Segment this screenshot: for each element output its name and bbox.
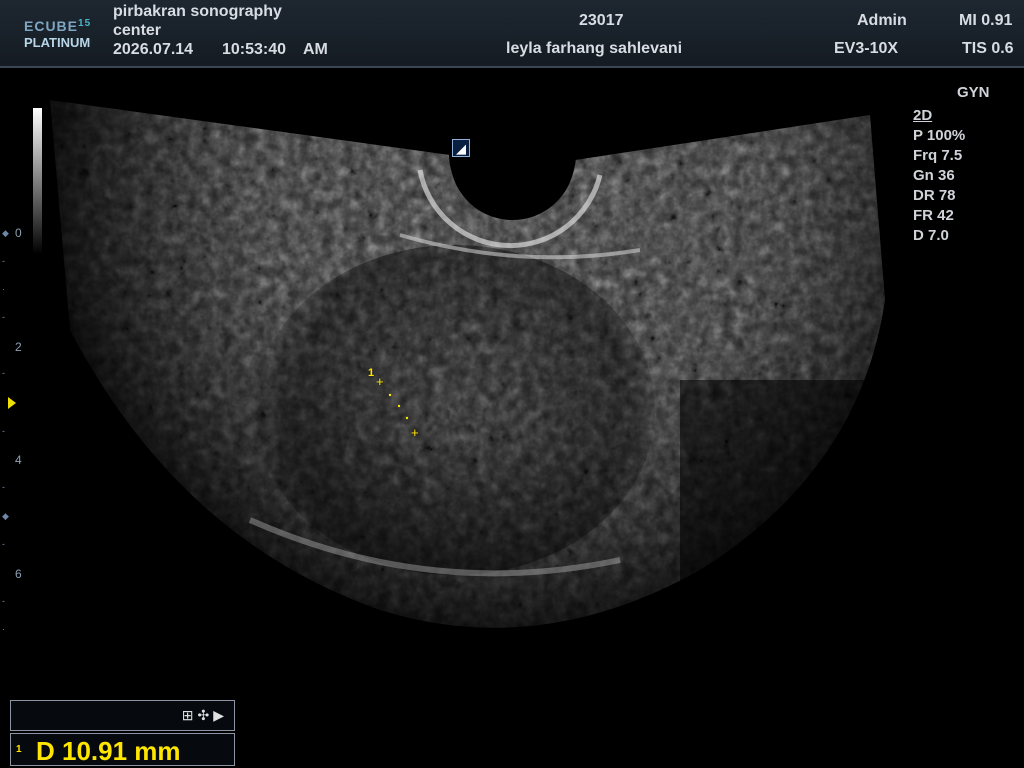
depth-label-4: 4 [15, 453, 22, 467]
depth-tick: - [2, 482, 5, 492]
gain-value: Gn 36 [913, 167, 955, 184]
depth-label-0: 0 [15, 226, 22, 240]
power-value: P 100% [913, 127, 966, 144]
depth-tick: - [2, 368, 5, 378]
depth-tick: - [2, 312, 5, 322]
svg-text:+: + [376, 374, 384, 389]
measurement-tool-icons[interactable]: ⊞✣▶ [182, 707, 228, 724]
mi-index: MI 0.91 [959, 12, 1013, 29]
measurement-value: D 10.91 mm [36, 736, 181, 766]
tis-index: TIS 0.6 [962, 40, 1014, 57]
grayscale-bar [33, 108, 42, 254]
brand-logo: ECUBE15 PLATINUM [24, 18, 92, 50]
caliper-label: 1 [368, 367, 375, 379]
depth-value: D 7.0 [913, 227, 949, 244]
frame-rate-value: FR 42 [913, 207, 954, 224]
ultrasound-image: + + [50, 100, 885, 628]
depth-tick: - [2, 539, 5, 549]
patient-name[interactable]: leyla farhang sahlevani [506, 40, 682, 58]
user-name: Admin [857, 12, 907, 29]
frequency-value: Frq 7.5 [913, 147, 963, 164]
imaging-parameters: 2D P 100% Frq 7.5 Gn 36 DR 78 FR 42 D 7.… [913, 106, 965, 246]
svg-text:+: + [411, 425, 419, 440]
depth-tick: · [2, 624, 5, 634]
focus-marker[interactable] [8, 397, 16, 409]
mode-label: 2D [913, 107, 933, 124]
measurement-result: 1 D 10.91 mm [10, 733, 235, 766]
measurement-index: 1 [16, 744, 22, 755]
depth-label-6: 6 [15, 567, 22, 581]
exam-date: 2026.07.14 [113, 41, 194, 58]
depth-tick: - [2, 426, 5, 436]
probe-name: EV3-10X [834, 40, 899, 57]
center-name: pirbakran sonography [113, 3, 282, 20]
depth-tick-major: ◆ [2, 511, 9, 521]
dynamic-range-value: DR 78 [913, 187, 956, 204]
depth-tick-major: ◆ [2, 228, 9, 238]
depth-tick: · [2, 284, 5, 294]
probe-orientation-icon: ◢ [452, 139, 470, 157]
exam-preset: GYN [957, 84, 990, 101]
exam-time: 10:53:40 [222, 41, 287, 58]
header-bar: ECUBE15 PLATINUM pirbakran sonography ce… [0, 0, 1024, 68]
exam-ampm: AM [303, 41, 328, 58]
depth-label-2: 2 [15, 340, 22, 354]
depth-tick: - [2, 256, 5, 266]
center-name-line2: center [113, 22, 162, 39]
depth-tick: - [2, 596, 5, 606]
measurement-toolbar[interactable]: ⊞✣▶ [10, 700, 235, 731]
patient-id[interactable]: 23017 [579, 12, 624, 30]
